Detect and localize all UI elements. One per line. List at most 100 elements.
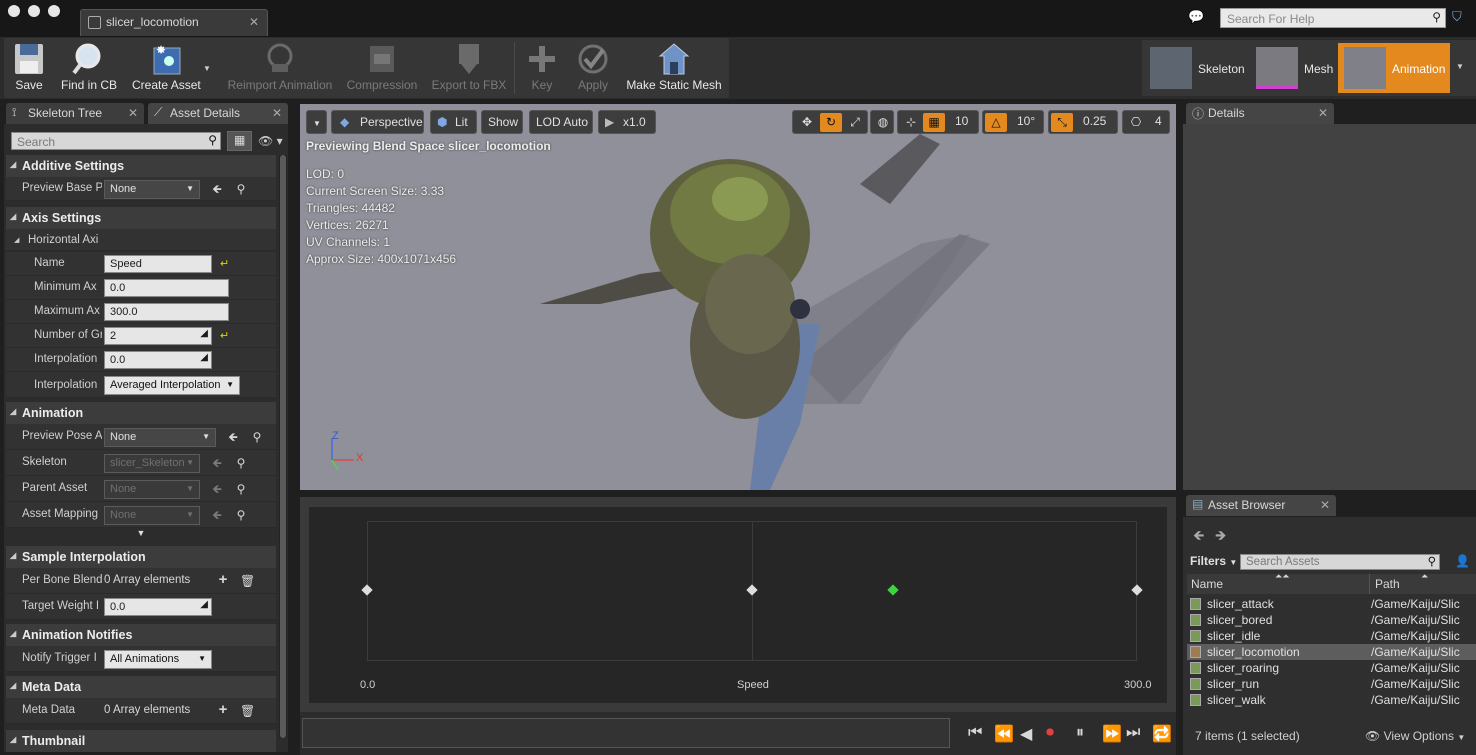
axis-name-field[interactable]: Speed: [104, 255, 212, 273]
trash-icon[interactable]: 🗑: [240, 574, 255, 588]
play-reverse-icon[interactable]: ◀: [1020, 724, 1032, 744]
tab-asset-details[interactable]: ⟋ Asset Details ✕: [148, 103, 288, 124]
tab-details[interactable]: ⓘ Details ✕: [1186, 103, 1334, 124]
axis-max-field[interactable]: 300.0: [104, 303, 229, 321]
blend-space-canvas[interactable]: 0.0 Speed 300.0: [309, 507, 1167, 703]
browse-icon[interactable]: ⚲: [234, 482, 248, 496]
browse-icon[interactable]: ⚲: [234, 456, 248, 470]
tab-asset-browser[interactable]: ▤ Asset Browser ✕: [1186, 495, 1336, 516]
help-search-input[interactable]: Search For Help ⚲: [1220, 8, 1446, 28]
translate-icon[interactable]: ✥: [796, 113, 818, 132]
reset-to-default-icon[interactable]: ↵: [220, 257, 229, 270]
grid-divisions-field[interactable]: 2 ◢: [104, 327, 212, 345]
notify-trigger-combo[interactable]: All Animations ▼: [104, 650, 212, 669]
asset-list-item[interactable]: slicer_idle/Game/Kaiju/Slic: [1187, 628, 1476, 644]
horizontal-axis-row[interactable]: ◢ Horizontal Axi: [6, 229, 276, 251]
lit-button[interactable]: ⬢ Lit: [430, 110, 477, 134]
parent-asset-combo[interactable]: None ▼: [104, 480, 200, 499]
forward-arrow-icon[interactable]: 🡺: [1215, 525, 1226, 549]
timeline-scrubber[interactable]: [302, 718, 950, 748]
category-sample-interpolation[interactable]: Sample Interpolation: [6, 546, 276, 568]
use-selected-arrow-icon[interactable]: 🡸: [210, 508, 224, 522]
minimize-window-button[interactable]: [28, 5, 40, 17]
reimport-animation-button[interactable]: Reimport Animation: [224, 38, 336, 98]
details-scrollbar[interactable]: [279, 155, 287, 738]
use-selected-arrow-icon[interactable]: 🡸: [226, 430, 240, 444]
show-button[interactable]: Show: [481, 110, 523, 134]
back-arrow-icon[interactable]: 🡸: [1193, 525, 1204, 549]
asset-mapping-combo[interactable]: None ▼: [104, 506, 200, 525]
category-animation-notifies[interactable]: Animation Notifies: [6, 624, 276, 646]
view-mode-button[interactable]: ▦: [227, 131, 252, 151]
mesh-mode-button[interactable]: Mesh: [1250, 43, 1338, 93]
skeleton-combo[interactable]: slicer_Skeleton ▼: [104, 454, 200, 473]
interpolation-type-combo[interactable]: Averaged Interpolation ▼: [104, 376, 240, 395]
column-name-header[interactable]: Name: [1191, 577, 1223, 591]
loop-icon[interactable]: 🔁: [1152, 724, 1172, 744]
globe-icon[interactable]: ◍: [872, 113, 894, 132]
skip-to-end-icon[interactable]: ⏭: [1126, 724, 1140, 742]
asset-list-item[interactable]: slicer_walk/Game/Kaiju/Slic: [1187, 692, 1476, 708]
close-icon[interactable]: ✕: [1318, 106, 1328, 120]
browse-icon[interactable]: ⚲: [234, 182, 248, 196]
person-icon[interactable]: 👤: [1455, 554, 1470, 568]
reset-to-default-icon[interactable]: ↵: [220, 329, 229, 342]
key-button[interactable]: Key: [522, 38, 562, 98]
filters-button[interactable]: Filters ▼: [1190, 554, 1237, 568]
skip-to-start-icon[interactable]: ⏮: [968, 724, 982, 742]
use-selected-arrow-icon[interactable]: 🡸: [210, 182, 224, 196]
use-selected-arrow-icon[interactable]: 🡸: [210, 482, 224, 496]
asset-search-input[interactable]: Search Assets ⚲: [1240, 554, 1440, 570]
modes-dropdown-icon[interactable]: ▼: [1456, 62, 1464, 71]
grid-snap-value[interactable]: 10: [955, 114, 968, 128]
notification-icon[interactable]: ⛉: [1452, 9, 1462, 25]
create-asset-dropdown-icon[interactable]: ▼: [203, 64, 211, 73]
document-tab[interactable]: slicer_locomotion ✕: [80, 9, 268, 36]
pause-icon[interactable]: ⏸: [1076, 724, 1084, 742]
tab-skeleton-tree[interactable]: ⟟ Skeleton Tree ✕: [6, 103, 144, 124]
target-weight-field[interactable]: 0.0 ◢: [104, 598, 212, 616]
rotation-snap-icon[interactable]: △: [985, 113, 1007, 132]
compression-button[interactable]: Compression: [342, 38, 422, 98]
browse-icon[interactable]: ⚲: [234, 508, 248, 522]
playback-speed-button[interactable]: ▶ x1.0: [598, 110, 656, 134]
export-fbx-button[interactable]: Export to FBX: [428, 38, 510, 98]
feedback-icon[interactable]: 💬: [1188, 9, 1204, 25]
asset-list-item[interactable]: slicer_roaring/Game/Kaiju/Slic: [1187, 660, 1476, 676]
scrollbar-thumb[interactable]: [280, 155, 286, 738]
scale-icon[interactable]: ⤢: [844, 113, 866, 132]
step-back-icon[interactable]: ⏪: [994, 724, 1014, 744]
eye-icon[interactable]: 👁 ▾: [258, 134, 283, 148]
save-button[interactable]: Save: [6, 38, 52, 98]
asset-list-item[interactable]: slicer_run/Game/Kaiju/Slic: [1187, 676, 1476, 692]
preview-viewport[interactable]: ▼ ◆ Perspective ⬢ Lit Show LOD Auto ▶ x1…: [300, 104, 1176, 490]
category-thumbnail[interactable]: Thumbnail: [6, 730, 276, 752]
view-options-button[interactable]: 👁 View Options ▼: [1365, 729, 1465, 743]
zoom-window-button[interactable]: [48, 5, 60, 17]
grid-snap-icon[interactable]: ▦: [923, 113, 945, 132]
lod-button[interactable]: LOD Auto: [529, 110, 593, 134]
add-element-icon[interactable]: +: [216, 702, 230, 717]
step-forward-icon[interactable]: ⏩: [1102, 724, 1122, 744]
record-icon[interactable]: ⏺: [1046, 724, 1054, 742]
category-additive-settings[interactable]: Additive Settings: [6, 155, 276, 177]
axis-min-field[interactable]: 0.0: [104, 279, 229, 297]
close-icon[interactable]: ✕: [249, 15, 259, 29]
find-in-cb-button[interactable]: Find in CB: [58, 38, 120, 98]
column-path-header[interactable]: Path: [1375, 577, 1400, 591]
rotate-icon[interactable]: ↻: [820, 113, 842, 132]
add-element-icon[interactable]: +: [216, 572, 230, 587]
camera-speed-value[interactable]: 4: [1155, 114, 1162, 128]
category-animation[interactable]: Animation: [6, 402, 276, 424]
interpolation-time-field[interactable]: 0.0 ◢: [104, 351, 212, 369]
close-icon[interactable]: ✕: [1320, 498, 1330, 512]
perspective-button[interactable]: ◆ Perspective: [331, 110, 424, 134]
asset-list-item[interactable]: slicer_bored/Game/Kaiju/Slic: [1187, 612, 1476, 628]
close-icon[interactable]: ✕: [272, 106, 282, 120]
animation-mode-button[interactable]: Animation: [1338, 43, 1450, 93]
scale-snap-value[interactable]: 0.25: [1083, 114, 1106, 128]
make-static-mesh-button[interactable]: Make Static Mesh: [622, 38, 726, 98]
category-meta-data[interactable]: Meta Data: [6, 676, 276, 698]
create-asset-button[interactable]: ✸ Create Asset: [128, 38, 204, 98]
asset-list-item[interactable]: slicer_locomotion/Game/Kaiju/Slic: [1187, 644, 1476, 660]
